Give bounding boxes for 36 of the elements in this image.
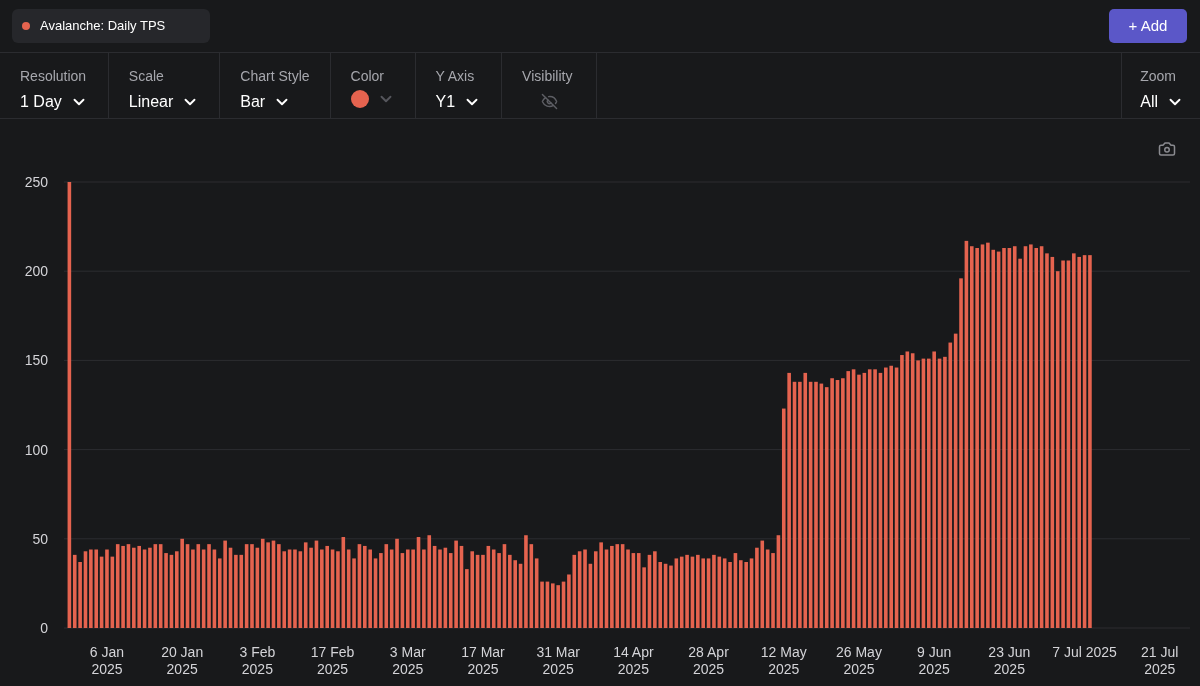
x-axis-label: 17 Feb 2025 <box>310 644 355 677</box>
control-label: Y Axis <box>435 67 476 86</box>
x-axis-label: 26 May 2025 <box>836 644 882 677</box>
dropdown-button[interactable]: Bar <box>240 90 310 114</box>
x-axis-label: 3 Mar 2025 <box>389 644 426 677</box>
x-axis-label: 20 Jan 2025 <box>161 644 204 677</box>
dropdown-button[interactable]: Linear <box>128 90 200 114</box>
control-label: Chart Style <box>240 67 310 86</box>
x-axis-label: 28 Apr 2025 <box>688 644 729 677</box>
x-axis-label: 21 Jul 2025 <box>1141 644 1179 677</box>
dropdown-button[interactable]: Y1 <box>435 90 482 114</box>
control-label: Visibility <box>522 67 574 86</box>
control-label: Zoom <box>1140 67 1177 86</box>
y-axis-label: 50 <box>32 530 48 547</box>
y-axis-label: 200 <box>24 263 48 280</box>
y-axis-label: 250 <box>24 174 48 190</box>
series-chip[interactable]: Avalanche: Daily TPS <box>12 9 210 43</box>
add-button[interactable]: + Add <box>1109 9 1187 43</box>
control-label: Color <box>350 67 385 86</box>
x-axis-label: 7 Jul 2025 <box>1052 644 1117 660</box>
x-axis-label: 12 May 2025 <box>760 644 807 677</box>
x-axis-label: 3 Feb 2025 <box>239 644 276 677</box>
dropdown-button[interactable]: 1 Day <box>20 90 88 114</box>
y-axis-label: 150 <box>24 352 48 369</box>
x-axis-label: 31 Mar 2025 <box>536 644 580 677</box>
y-axis-label: 0 <box>40 620 48 636</box>
control-label: Scale <box>128 67 165 86</box>
series-title: Avalanche: Daily TPS <box>40 17 166 36</box>
x-axis-label: 9 Jun 2025 <box>917 644 952 677</box>
x-axis-label: 6 Jan 2025 <box>89 644 125 677</box>
y-axis-label: 100 <box>24 441 48 458</box>
control-label: Resolution <box>20 67 88 86</box>
x-axis-label: 23 Jun 2025 <box>988 644 1031 677</box>
x-axis-label: 17 Mar 2025 <box>461 644 505 677</box>
dropdown-button[interactable]: All <box>1140 90 1184 114</box>
x-axis-label: 14 Apr 2025 <box>613 644 654 677</box>
